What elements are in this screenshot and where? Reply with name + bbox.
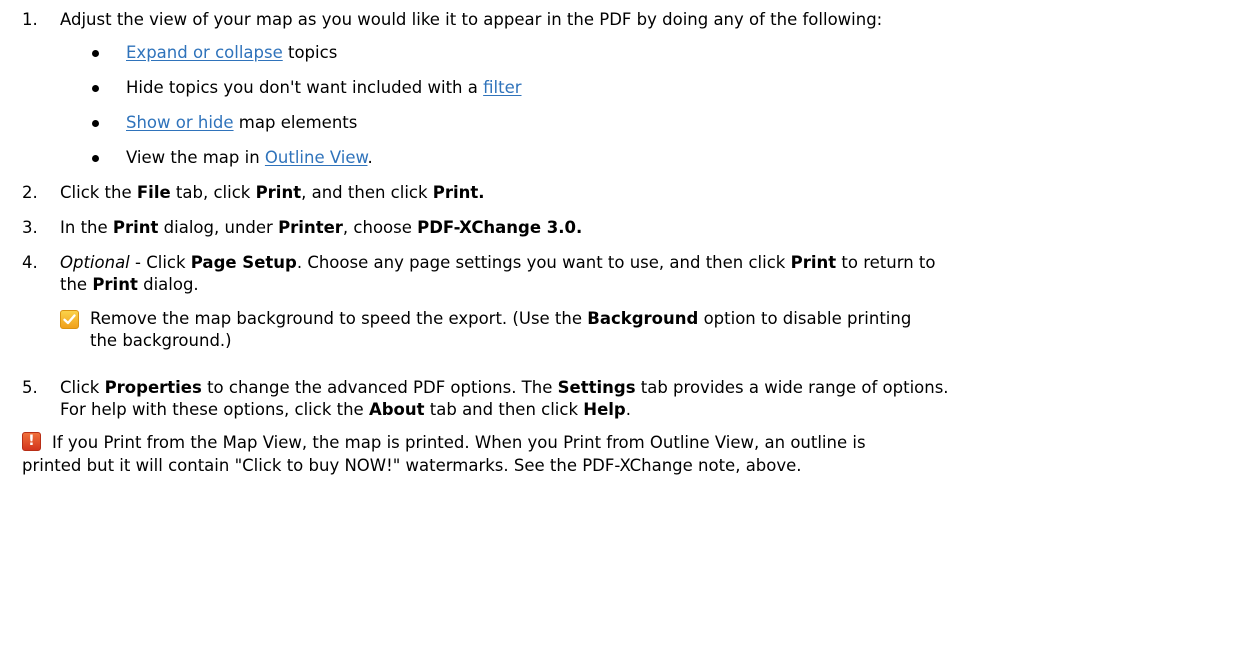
warning-text-line2: printed but it will contain "Click to bu…: [22, 456, 802, 475]
outline-view-link[interactable]: Outline View: [265, 148, 368, 167]
bullet-expand-collapse: Expand or collapse topics: [126, 42, 337, 64]
step-5-number: 5.: [22, 378, 38, 397]
step-3-text: In the Print dialog, under Printer, choo…: [60, 218, 583, 237]
tip-text: Remove the map background to speed the e…: [90, 309, 912, 328]
properties-label: Properties: [104, 378, 202, 397]
settings-tab-label: Settings: [557, 378, 636, 397]
pdf-xchange-label: PDF-XChange 3.0.: [417, 218, 583, 237]
step-2-number: 2.: [22, 183, 38, 202]
page-setup-label: Page Setup: [190, 253, 297, 272]
printer-label: Printer: [278, 218, 343, 237]
expand-collapse-link[interactable]: Expand or collapse: [126, 43, 283, 62]
file-tab-label: File: [136, 183, 171, 202]
warning-text: If you Print from the Map View, the map …: [52, 433, 866, 452]
bullet-text: .: [367, 148, 373, 167]
bullet-dot: [92, 120, 99, 127]
show-hide-link[interactable]: Show or hide: [126, 113, 234, 132]
step-5-text-line2: For help with these options, click the A…: [60, 400, 631, 419]
print-label: Print.: [432, 183, 485, 202]
help-document: 1. Adjust the view of your map as you wo…: [0, 0, 1255, 655]
help-label: Help: [583, 400, 626, 419]
tip-text-line2: the background.): [90, 331, 232, 350]
bullet-text: View the map in: [126, 148, 265, 167]
bullet-hide-topics: Hide topics you don't want included with…: [126, 77, 522, 99]
step-1-text: Adjust the view of your map as you would…: [60, 10, 883, 29]
step-1-number: 1.: [22, 10, 38, 29]
exclamation-warning-icon: !: [22, 432, 41, 451]
about-tab-label: About: [368, 400, 425, 419]
bullet-dot: [92, 85, 99, 92]
print-label: Print: [790, 253, 837, 272]
step-4-number: 4.: [22, 253, 38, 272]
step-2-text: Click the File tab, click Print, and the…: [60, 183, 485, 202]
bullet-dot: [92, 50, 99, 57]
step-3-number: 3.: [22, 218, 38, 237]
bullet-text: map elements: [233, 113, 358, 132]
bullet-show-hide: Show or hide map elements: [126, 112, 357, 134]
step-4-text-line2: the Print dialog.: [60, 275, 199, 294]
step-4-text: Optional - Click Page Setup. Choose any …: [60, 253, 936, 272]
background-option-label: Background: [587, 309, 699, 328]
bullet-outline-view: View the map in Outline View.: [126, 147, 373, 169]
bullet-text: topics: [282, 43, 338, 62]
bullet-text: Hide topics you don't want included with…: [126, 78, 484, 97]
print-dialog-label: Print: [112, 218, 159, 237]
bullet-dot: [92, 155, 99, 162]
checkmark-tip-icon: [60, 310, 79, 329]
step-5-text: Click Properties to change the advanced …: [60, 378, 949, 397]
print-dialog-label: Print: [92, 275, 138, 294]
optional-label: Optional: [60, 253, 130, 272]
filter-link[interactable]: filter: [483, 78, 521, 97]
print-label: Print: [255, 183, 302, 202]
